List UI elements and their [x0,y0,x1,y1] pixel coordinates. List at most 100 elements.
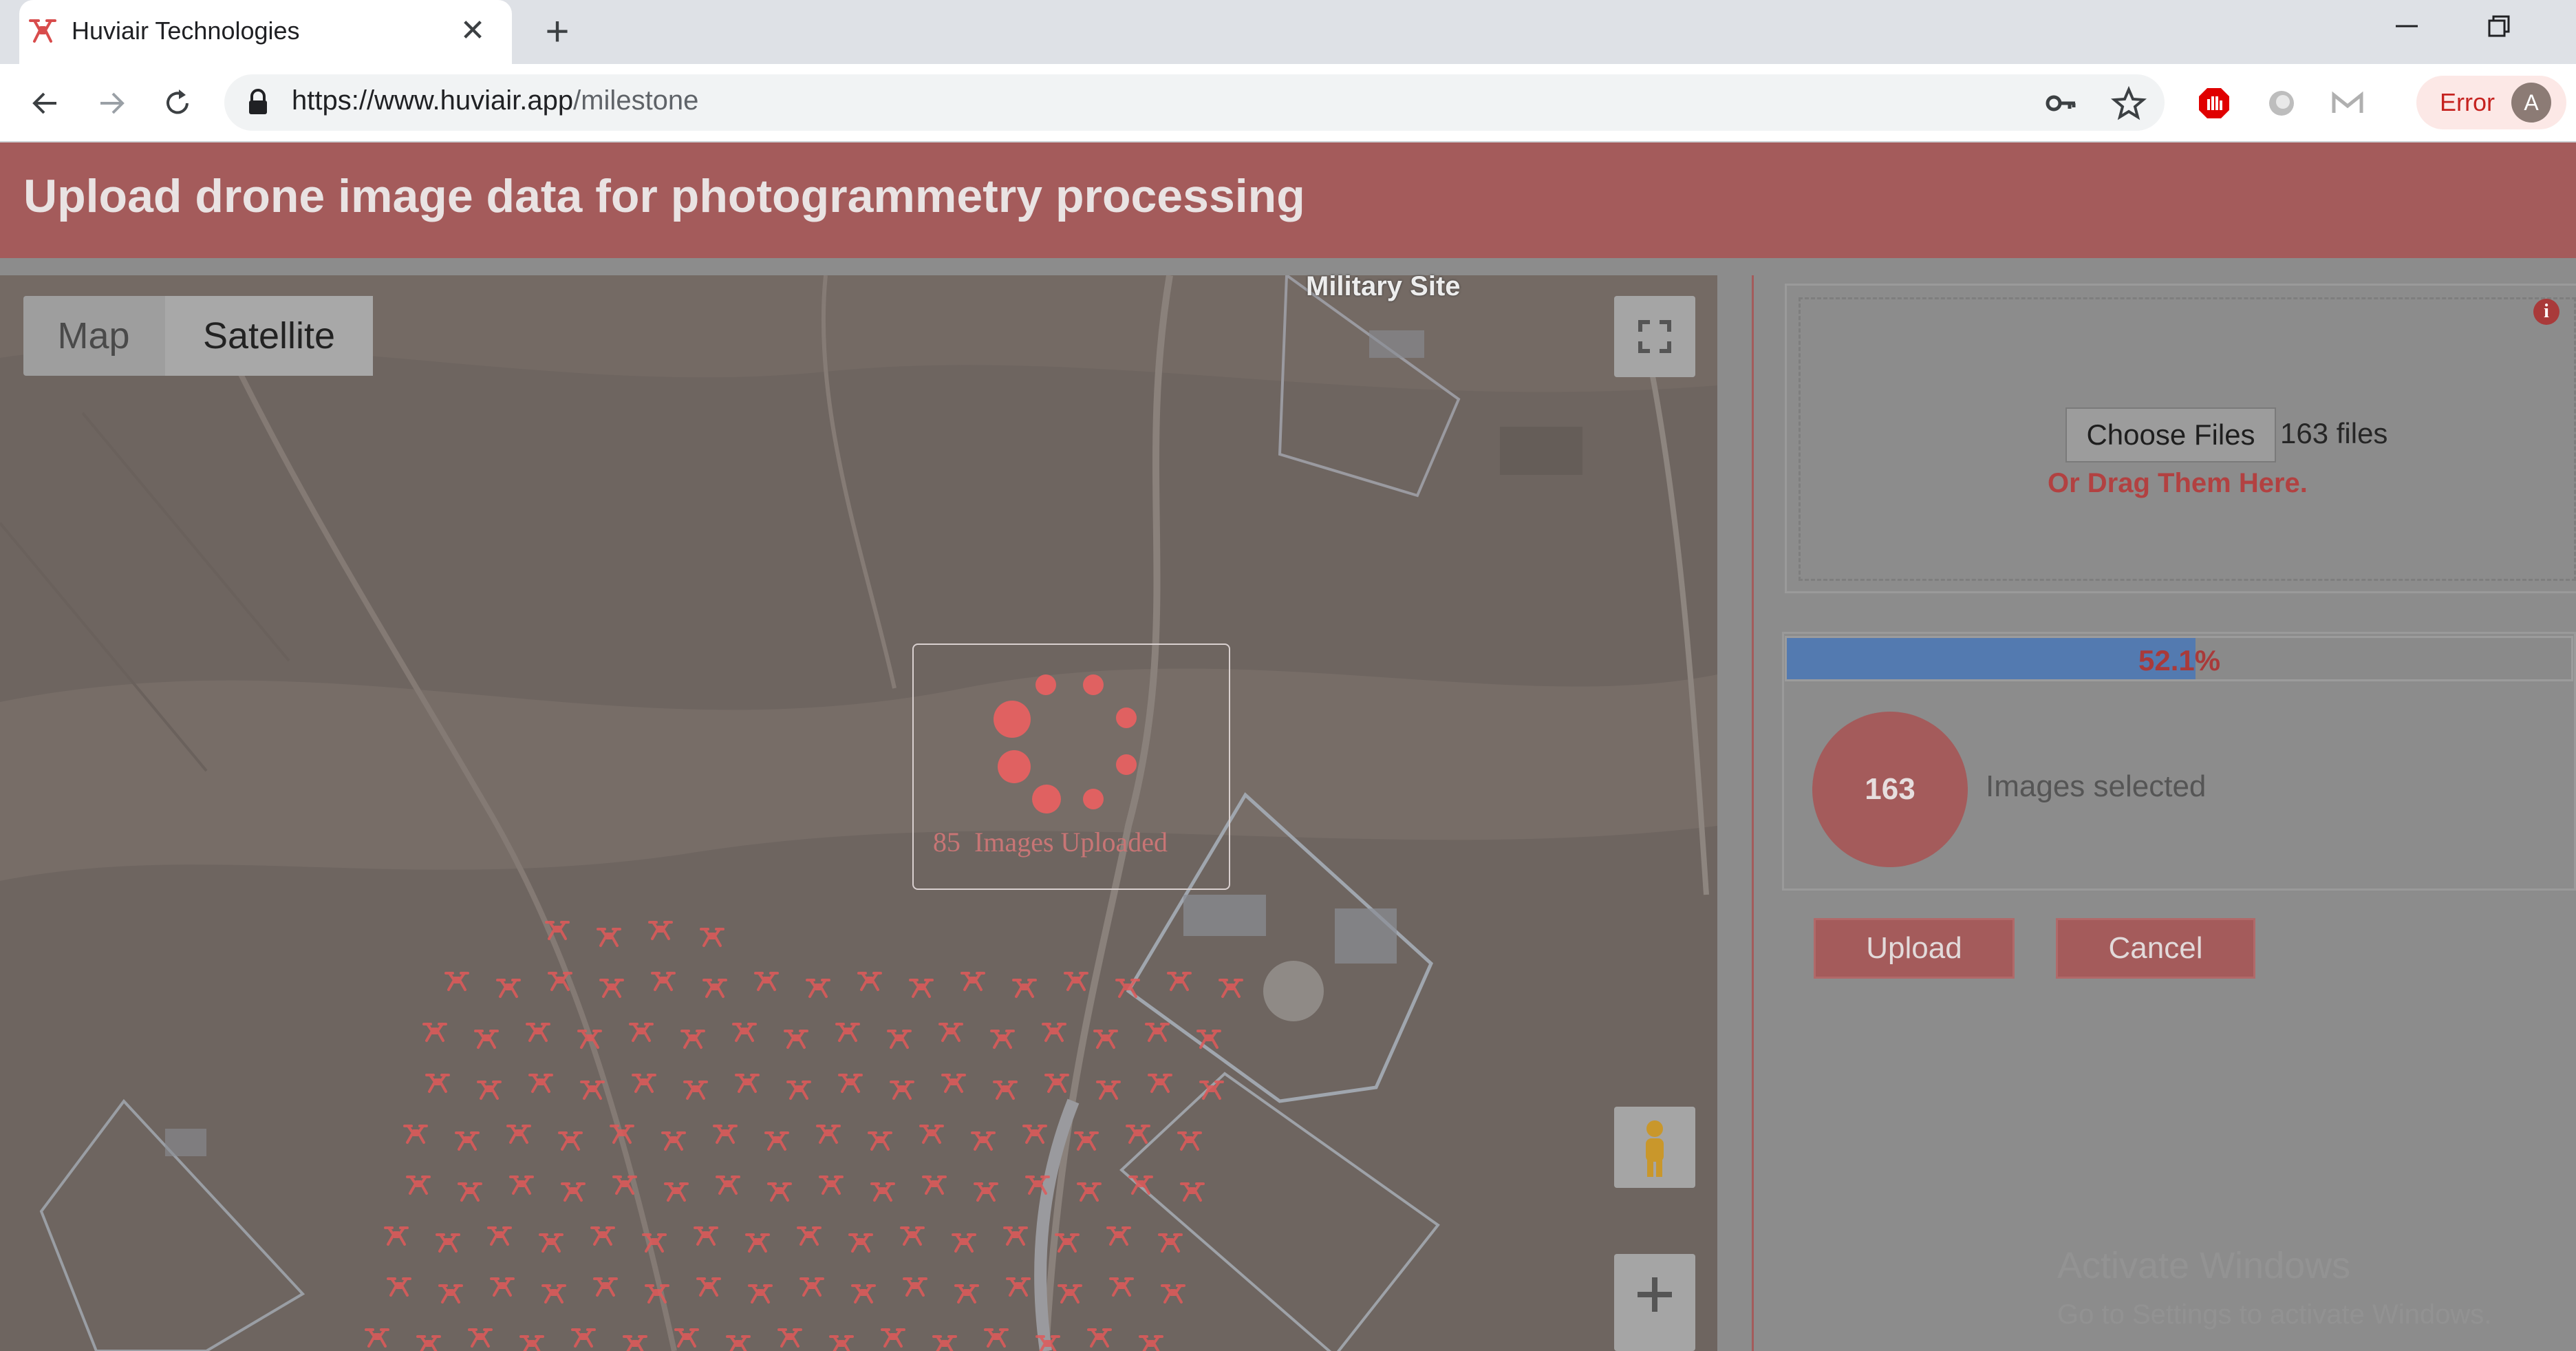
drone-marker-icon[interactable] [642,1233,667,1253]
adblock-icon[interactable] [2196,85,2232,121]
drone-marker-icon[interactable] [1077,1182,1102,1202]
drone-marker-icon[interactable] [661,1131,686,1151]
drone-marker-icon[interactable] [786,1081,811,1100]
drone-marker-icon[interactable] [545,921,570,940]
avatar[interactable]: A [2511,83,2551,123]
star-icon[interactable] [2110,85,2147,121]
drone-marker-icon[interactable] [922,1176,947,1195]
drone-marker-icon[interactable] [1022,1125,1047,1144]
drone-marker-icon[interactable] [1055,1233,1080,1253]
drone-marker-icon[interactable] [1096,1081,1121,1100]
drone-marker-icon[interactable] [702,979,727,998]
drone-marker-icon[interactable] [716,1176,740,1195]
drone-marker-icon[interactable] [629,1023,654,1042]
drone-marker-icon[interactable] [881,1328,905,1348]
drone-marker-icon[interactable] [664,1182,689,1202]
drone-marker-icon[interactable] [528,1074,553,1093]
key-icon[interactable] [2043,85,2079,121]
drone-marker-icon[interactable] [1003,1226,1028,1246]
drone-marker-icon[interactable] [416,1335,441,1351]
satellite-map[interactable] [0,275,1717,1351]
drone-marker-icon[interactable] [1177,1131,1202,1151]
drone-marker-icon[interactable] [1006,1277,1031,1297]
drone-marker-icon[interactable] [909,979,934,998]
drone-marker-icon[interactable] [816,1125,841,1144]
drone-marker-icon[interactable] [829,1335,854,1351]
zoom-in-icon[interactable] [1614,1254,1695,1351]
drone-marker-icon[interactable] [890,1081,914,1100]
drone-marker-icon[interactable] [1058,1284,1082,1304]
drone-marker-icon[interactable] [1148,1074,1172,1093]
drone-marker-icon[interactable] [868,1131,892,1151]
drone-marker-icon[interactable] [971,1131,996,1151]
drone-marker-icon[interactable] [732,1023,757,1042]
drone-marker-icon[interactable] [1161,1284,1185,1304]
drone-marker-icon[interactable] [870,1182,895,1202]
fullscreen-icon[interactable] [1614,296,1695,377]
lock-icon[interactable] [245,88,271,117]
drone-marker-icon[interactable] [748,1284,773,1304]
drone-marker-icon[interactable] [819,1176,844,1195]
drone-marker-icon[interactable] [797,1226,822,1246]
drone-marker-icon[interactable] [954,1284,979,1304]
drone-marker-icon[interactable] [1042,1023,1066,1042]
drone-marker-icon[interactable] [735,1074,760,1093]
drone-marker-icon[interactable] [1126,1125,1150,1144]
drone-marker-icon[interactable] [1064,972,1088,991]
drone-marker-icon[interactable] [696,1277,721,1297]
extension-icon[interactable] [2264,85,2299,121]
drone-marker-icon[interactable] [597,928,621,947]
drone-marker-icon[interactable] [887,1030,912,1049]
drone-marker-icon[interactable] [941,1074,966,1093]
cancel-button[interactable]: Cancel [2056,918,2255,979]
drone-marker-icon[interactable] [764,1131,789,1151]
drone-marker-icon[interactable] [406,1176,431,1195]
drone-marker-icon[interactable] [777,1328,802,1348]
drone-marker-icon[interactable] [648,921,673,940]
drone-marker-icon[interactable] [487,1226,512,1246]
drone-marker-icon[interactable] [1145,1023,1170,1042]
drone-marker-icon[interactable] [387,1277,411,1297]
restore-window-icon[interactable] [2480,11,2518,44]
close-icon[interactable]: ✕ [454,12,491,50]
drone-marker-icon[interactable] [477,1081,502,1100]
drone-marker-icon[interactable] [838,1074,863,1093]
drone-marker-icon[interactable] [1196,1030,1221,1049]
drone-marker-icon[interactable] [496,979,521,998]
drone-marker-icon[interactable] [474,1030,499,1049]
map-type-satellite-button[interactable]: Satellite [165,296,373,376]
drone-marker-icon[interactable] [509,1176,534,1195]
drone-marker-icon[interactable] [1106,1226,1131,1246]
drone-marker-icon[interactable] [700,928,724,947]
drone-marker-icon[interactable] [1012,979,1037,998]
drone-marker-icon[interactable] [610,1125,634,1144]
drone-marker-icon[interactable] [683,1081,708,1100]
drone-marker-icon[interactable] [1180,1182,1205,1202]
drone-marker-icon[interactable] [990,1030,1015,1049]
drone-marker-icon[interactable] [519,1335,544,1351]
forward-icon[interactable] [92,84,131,123]
drone-marker-icon[interactable] [680,1030,705,1049]
drone-marker-icon[interactable] [455,1131,480,1151]
drone-marker-icon[interactable] [1035,1335,1060,1351]
drone-marker-icon[interactable] [558,1131,583,1151]
drone-marker-icon[interactable] [422,1023,447,1042]
drone-marker-icon[interactable] [1074,1131,1099,1151]
drone-marker-icon[interactable] [694,1226,718,1246]
drone-marker-icon[interactable] [1158,1233,1183,1253]
map-type-map-button[interactable]: Map [23,296,164,376]
drone-marker-icon[interactable] [571,1328,596,1348]
drone-marker-icon[interactable] [1087,1328,1112,1348]
drone-marker-icon[interactable] [1167,972,1192,991]
drone-marker-icon[interactable] [403,1125,428,1144]
drone-marker-icon[interactable] [384,1226,409,1246]
drone-marker-icon[interactable] [835,1023,860,1042]
drone-marker-icon[interactable] [599,979,624,998]
drone-marker-icon[interactable] [1044,1074,1069,1093]
drone-marker-icon[interactable] [444,972,469,991]
drone-marker-icon[interactable] [541,1284,566,1304]
drone-marker-icon[interactable] [623,1335,647,1351]
drone-marker-icon[interactable] [539,1233,564,1253]
drone-marker-icon[interactable] [1219,979,1243,998]
drone-marker-icon[interactable] [645,1284,669,1304]
